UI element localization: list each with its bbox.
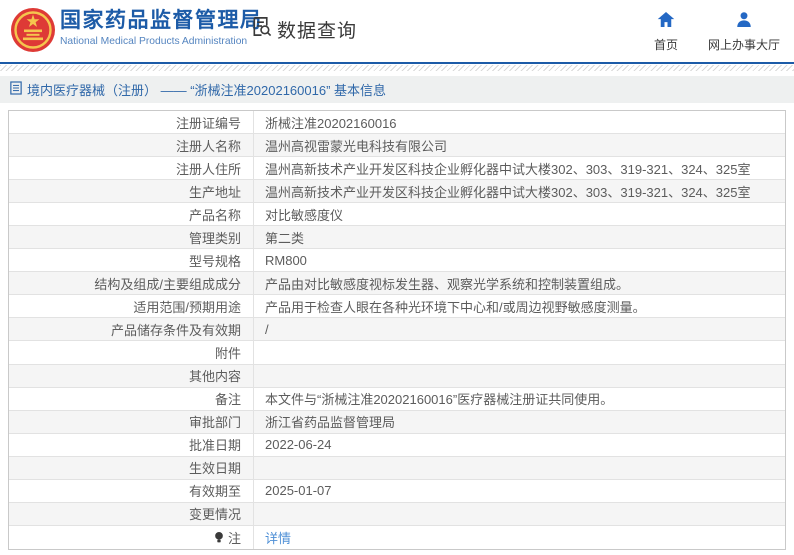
row-label: 产品名称	[9, 203, 254, 226]
row-label: 生效日期	[9, 456, 254, 479]
row-label: 其他内容	[9, 364, 254, 387]
row-label: 附件	[9, 341, 254, 364]
table-row: 生效日期	[9, 456, 785, 480]
data-query-section[interactable]: 数据查询	[250, 15, 357, 43]
row-value: 2022-06-24	[265, 437, 332, 453]
row-label: 有效期至	[9, 479, 254, 502]
document-icon	[10, 81, 22, 98]
row-value: 2025-01-07	[265, 483, 332, 499]
row-value: 温州高新技术产业开发区科技企业孵化器中试大楼302、303、319-321、32…	[265, 161, 751, 177]
page-header: 国家药品监督管理局 National Medical Products Admi…	[0, 0, 794, 62]
row-label: 结构及组成/主要组成成分	[9, 272, 254, 295]
breadcrumb-text: 境内医疗器械（注册） —— “浙械注准20202160016” 基本信息	[27, 83, 387, 98]
row-label: 管理类别	[9, 226, 254, 249]
nav-home-label: 首页	[653, 38, 678, 52]
row-label: 生产地址	[9, 180, 254, 203]
row-label: 注册人住所	[9, 157, 254, 180]
table-row: 其他内容	[9, 364, 785, 388]
person-icon	[735, 11, 753, 31]
row-value	[254, 341, 785, 363]
header-divider-line	[0, 62, 794, 64]
data-query-label: 数据查询	[277, 20, 358, 42]
row-value: 浙械注准20202160016	[265, 115, 397, 131]
table-row: 生产地址 温州高新技术产业开发区科技企业孵化器中试大楼302、303、319-32…	[9, 180, 785, 204]
home-icon	[657, 11, 675, 31]
hatched-band	[0, 65, 794, 71]
row-label: 注册证编号	[9, 111, 254, 134]
info-table: 注册证编号 浙械注准20202160016 注册人名称 温州高视雷蒙光电科技有限公司注…	[8, 110, 786, 550]
document-search-icon	[250, 15, 273, 43]
row-value: 本文件与“浙械注准20202160016”医疗器械注册证共同使用。	[265, 392, 614, 408]
lightbulb-icon	[214, 531, 224, 544]
row-value	[254, 365, 785, 387]
table-row: 注册人名称 温州高视雷蒙光电科技有限公司	[9, 134, 785, 158]
row-label: 注册人名称	[9, 134, 254, 157]
nav-online-service-hall-label: 网上办事大厅	[707, 38, 780, 52]
row-value: 浙江省药品监督管理局	[265, 415, 396, 431]
row-label: 产品储存条件及有效期	[9, 318, 254, 341]
row-value: RM800	[265, 252, 307, 268]
table-row: 附件	[9, 341, 785, 365]
row-label: 审批部门	[9, 410, 254, 433]
table-row: 产品储存条件及有效期 /	[9, 318, 785, 342]
row-value: /	[265, 321, 269, 337]
row-label: 备注	[9, 387, 254, 410]
table-row: 批准日期 2022-06-24	[9, 433, 785, 457]
table-row: 型号规格 RM800	[9, 249, 785, 273]
table-row: 结构及组成/主要组成成分 产品由对比敏感度视标发生器、观察光学系统和控制装置组成。	[9, 272, 785, 296]
row-value	[254, 457, 785, 479]
row-value: 温州高新技术产业开发区科技企业孵化器中试大楼302、303、319-321、32…	[265, 184, 751, 200]
row-value: 详情	[254, 526, 785, 549]
agency-logo-text: 国家药品监督管理局 National Medical Products Admi…	[60, 9, 263, 47]
table-row: 产品名称 对比敏感度仪	[9, 203, 785, 227]
row-value: 温州高视雷蒙光电科技有限公司	[265, 138, 448, 154]
nav-home[interactable]: 首页	[654, 11, 678, 53]
table-row: 变更情况	[9, 502, 785, 526]
row-value	[254, 503, 785, 525]
agency-subtitle: National Medical Products Administration	[60, 36, 248, 48]
table-row: 备注 本文件与“浙械注准20202160016”医疗器械注册证共同使用。	[9, 387, 785, 411]
row-label: 型号规格	[9, 249, 254, 272]
table-row: 注册证编号 浙械注准20202160016	[9, 111, 785, 135]
agency-title: 国家药品监督管理局	[60, 9, 263, 32]
row-value: 第二类	[265, 230, 305, 246]
row-value: 对比敏感度仪	[265, 207, 344, 223]
row-label: 变更情况	[9, 502, 254, 525]
detail-link[interactable]: 详情	[265, 528, 291, 547]
table-row: 注详情	[9, 525, 785, 549]
row-label: 注	[9, 525, 254, 549]
breadcrumb: 境内医疗器械（注册） —— “浙械注准20202160016” 基本信息	[0, 76, 794, 103]
table-row: 审批部门 浙江省药品监督管理局	[9, 410, 785, 434]
row-value: 产品用于检查人眼在各种光环境下中心和/或周边视野敏感度测量。	[265, 299, 646, 315]
table-row: 管理类别 第二类	[9, 226, 785, 250]
table-row: 注册人住所 温州高新技术产业开发区科技企业孵化器中试大楼302、303、319-3…	[9, 157, 785, 181]
national-emblem-icon	[10, 7, 56, 53]
row-label: 批准日期	[9, 433, 254, 456]
table-row: 适用范围/预期用途 产品用于检查人眼在各种光环境下中心和/或周边视野敏感度测量。	[9, 295, 785, 319]
top-nav: 首页 网上办事大厅	[654, 11, 780, 53]
nav-online-service-hall[interactable]: 网上办事大厅	[708, 11, 780, 53]
table-row: 有效期至 2025-01-07	[9, 479, 785, 503]
row-label: 适用范围/预期用途	[9, 295, 254, 318]
row-value: 产品由对比敏感度视标发生器、观察光学系统和控制装置组成。	[265, 276, 630, 292]
